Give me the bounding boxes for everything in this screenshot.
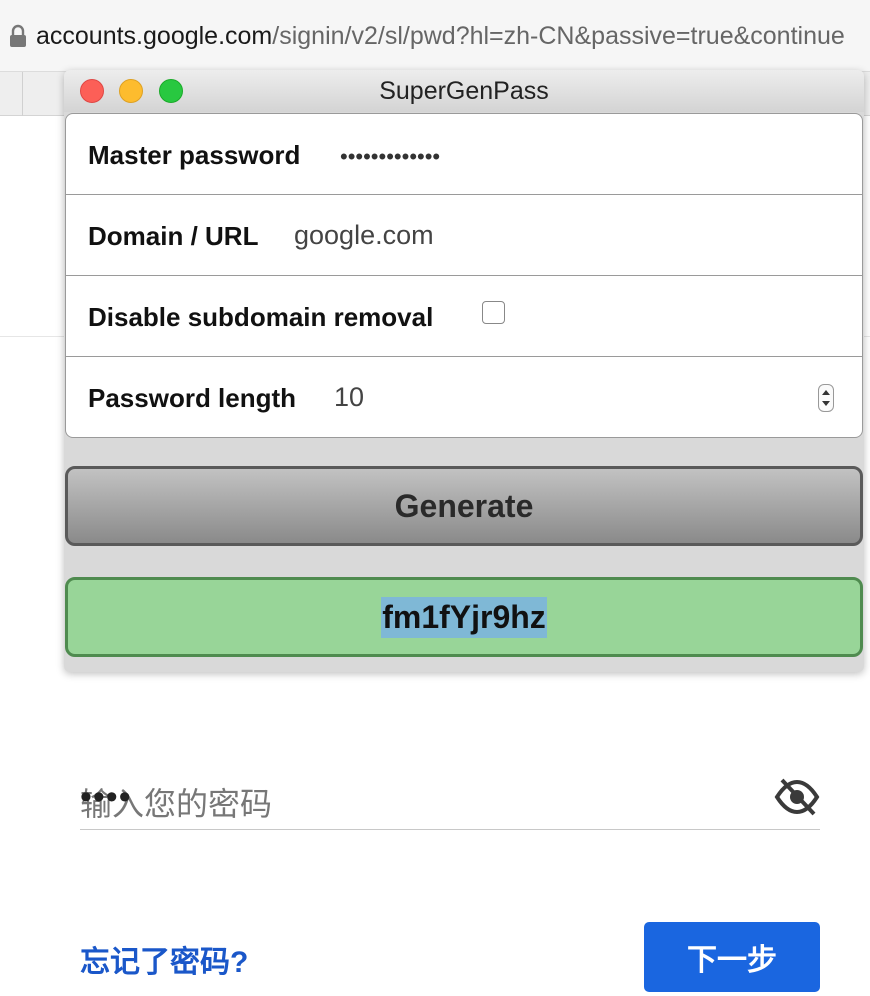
password-length-label: Password length [88, 383, 297, 413]
eye-off-icon[interactable] [774, 776, 820, 818]
address-bar[interactable]: accounts.google.com/signin/v2/sl/pwd?hl=… [0, 0, 870, 72]
domain-label: Domain / URL [88, 221, 259, 251]
tab-separator [22, 72, 23, 116]
master-password-input[interactable]: ••••••••••••• [340, 144, 440, 170]
password-field[interactable]: 输入您的密码 •••• [80, 770, 820, 830]
master-password-row[interactable]: Master password ••••••••••••• [66, 114, 862, 195]
forgot-password-link[interactable]: 忘记了密码? [80, 937, 248, 981]
disable-subdomain-checkbox[interactable] [482, 301, 505, 324]
window-title: SuperGenPass [379, 77, 549, 105]
password-length-row[interactable]: Password length 10 [66, 357, 862, 437]
next-button[interactable]: 下一步 [644, 922, 820, 992]
subdomain-label: Disable subdomain removal [88, 302, 434, 332]
url-text[interactable]: accounts.google.com/signin/v2/sl/pwd?hl=… [36, 22, 845, 51]
domain-input[interactable]: google.com [294, 220, 434, 251]
supergenpass-window: SuperGenPass Master password •••••••••••… [64, 70, 864, 672]
generate-button[interactable]: Generate [65, 466, 863, 546]
generated-password-text[interactable]: fm1fYjr9hz [381, 596, 547, 638]
password-length-input[interactable]: 10 [334, 382, 364, 413]
master-password-label: Master password [88, 140, 301, 170]
settings-form: Master password ••••••••••••• Domain / U… [65, 113, 863, 438]
window-titlebar[interactable]: SuperGenPass [64, 70, 864, 112]
password-masked-value: •••• [80, 778, 132, 816]
length-stepper[interactable] [818, 384, 834, 412]
domain-row[interactable]: Domain / URL google.com [66, 195, 862, 276]
generated-password-output[interactable]: fm1fYjr9hz [65, 577, 863, 657]
subdomain-row[interactable]: Disable subdomain removal [66, 276, 862, 357]
lock-icon [10, 24, 26, 47]
